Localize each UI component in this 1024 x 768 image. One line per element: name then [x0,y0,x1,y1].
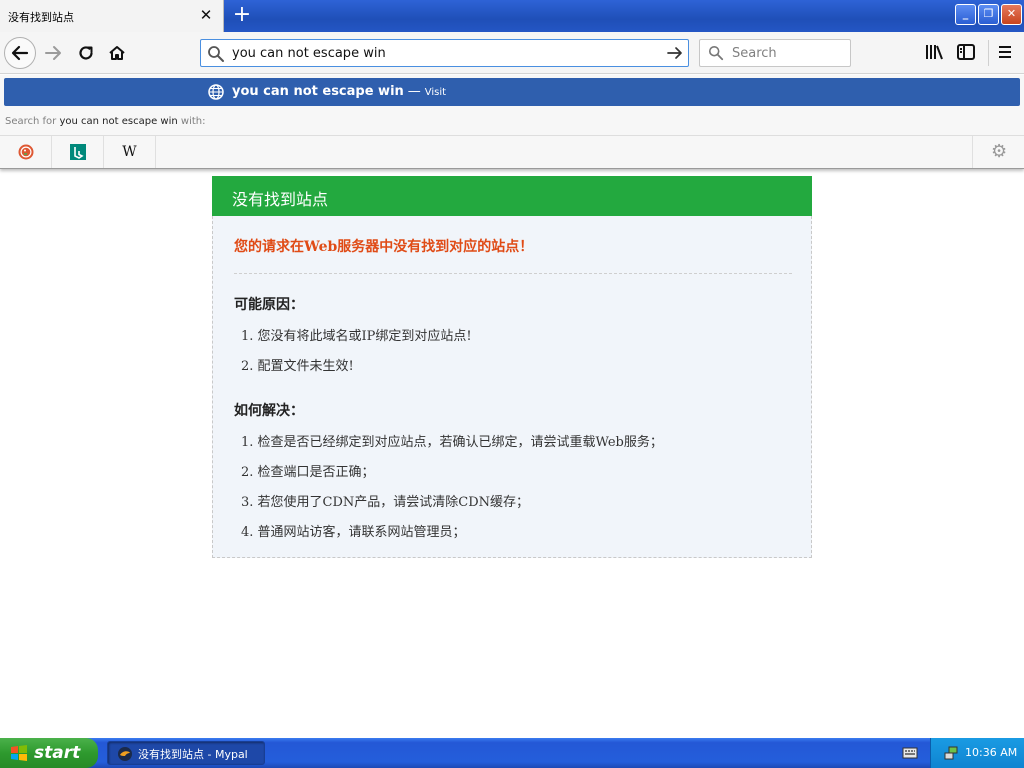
library-button[interactable] [924,42,946,64]
solution-item: 3. 若您使用了CDN产品，请尝试清除CDN缓存； [241,495,530,510]
tab-active[interactable]: 没有找到站点 ✕ [0,0,224,32]
card-body: 您的请求在Web服务器中没有找到对应的站点！ 可能原因： 1. 您没有将此域名或… [212,216,812,558]
taskbar-window-item[interactable]: 没有找到站点 - Mypal [107,741,265,765]
autocomplete-separator: — [407,84,421,99]
duckduckgo-icon [18,144,33,160]
tab-close-icon[interactable]: ✕ [197,6,215,24]
reason-item: 2. 配置文件未生效! [241,359,354,374]
error-message: 您的请求在Web服务器中没有找到对应的站点！ [234,239,534,255]
reload-icon [79,46,93,60]
bing-icon [69,144,86,160]
search-settings-button[interactable]: ⚙ [972,136,1024,168]
taskbar: start 没有找到站点 - Mypal 10:36 AM [0,738,1024,768]
autocomplete-popup: you can not escape win — Visit Search for … [0,75,1024,169]
reason-item: 1. 您没有将此域名或IP绑定到对应站点! [241,329,472,344]
tab-title: 没有找到站点 [8,11,74,24]
navigation-toolbar: you can not escape win Search [0,32,1024,74]
page-title: 没有找到站点 [232,190,329,209]
sidebar-icon [957,44,975,60]
reload-button[interactable] [73,40,99,66]
new-tab-button[interactable]: + [231,4,253,26]
restore-button[interactable]: ❐ [978,4,999,25]
mypal-app-icon [118,747,132,761]
search-bar[interactable]: Search [699,39,851,67]
search-icon [708,45,724,61]
search-for-suffix: with: [180,116,206,127]
solution-item: 1. 检查是否已经绑定到对应站点，若确认已绑定，请尝试重载Web服务； [241,435,663,450]
arrow-right-icon [45,46,61,60]
error-card: 没有找到站点 您的请求在Web服务器中没有找到对应的站点！ 可能原因： 1. 您… [212,176,812,558]
minimize-button[interactable]: _ [955,4,976,25]
home-button[interactable] [104,40,130,66]
close-window-button[interactable]: ✕ [1001,4,1022,25]
taskbar-window-label: 没有找到站点 - Mypal [138,748,248,761]
windows-logo-icon [11,745,27,761]
globe-icon [208,84,224,100]
sidebar-button[interactable] [956,42,978,64]
solution-item: 4. 普通网站访客，请联系网站管理员； [241,525,466,540]
search-engine-duckduckgo[interactable] [0,136,52,168]
tab-strip: 没有找到站点 ✕ + _ ❐ ✕ [0,0,1024,32]
menu-button[interactable] [995,42,1017,64]
network-icon[interactable] [943,745,959,761]
autocomplete-text: you can not escape win — Visit [232,84,446,99]
keyboard-icon[interactable] [902,746,918,760]
forward-button[interactable] [40,40,66,66]
divider [234,273,792,274]
toolbar-separator [988,40,989,66]
search-for-prefix: Search for [5,116,57,127]
home-icon [109,46,125,60]
arrow-left-icon [11,45,29,61]
card-header: 没有找到站点 [212,176,812,216]
solutions-heading: 如何解决： [234,403,304,419]
gear-icon: ⚙ [991,141,1008,162]
solution-item: 2. 检查端口是否正确； [241,465,375,480]
start-label: start [34,743,81,763]
search-input[interactable]: Search [732,46,777,61]
start-button[interactable]: start [0,738,98,768]
hamburger-icon [999,46,1011,58]
back-button[interactable] [4,37,36,69]
library-icon [926,45,943,60]
url-input[interactable]: you can not escape win [232,46,386,61]
autocomplete-action: Visit [424,87,447,98]
url-bar[interactable]: you can not escape win [200,39,689,67]
search-engine-list: W ⚙ [0,135,1024,168]
system-tray: 10:36 AM [930,738,1024,768]
clock: 10:36 AM [965,746,1018,759]
search-engine-wikipedia[interactable]: W [104,136,156,168]
autocomplete-visit-row[interactable]: you can not escape win — Visit [4,78,1020,106]
wikipedia-icon: W [122,144,137,160]
reasons-heading: 可能原因： [234,297,304,313]
search-for-query: you can not escape win [59,116,178,127]
search-icon [208,46,224,62]
search-engine-bing[interactable] [52,136,104,168]
autocomplete-query: you can not escape win [232,84,404,99]
search-for-line: Search for you can not escape win with: [5,116,205,127]
go-arrow-icon[interactable] [666,44,684,62]
